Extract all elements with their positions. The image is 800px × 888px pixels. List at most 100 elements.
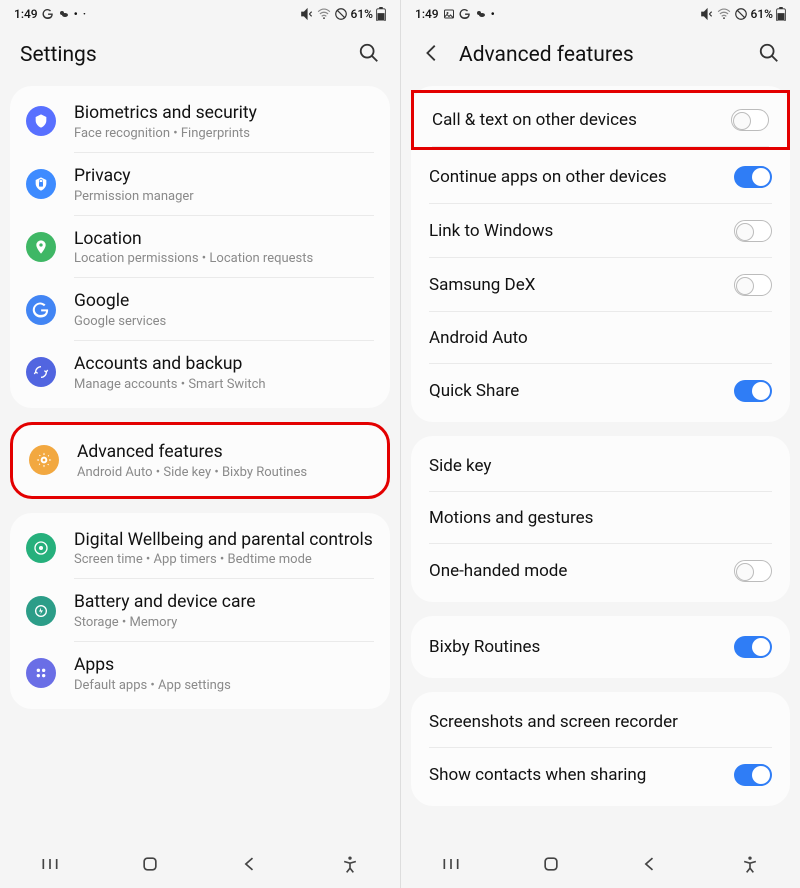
accessibility-icon xyxy=(340,854,360,874)
toggle-showcontacts[interactable] xyxy=(734,764,772,786)
recents-icon xyxy=(40,854,60,874)
feature-item-title: Show contacts when sharing xyxy=(429,765,734,785)
toggle-onehanded[interactable] xyxy=(734,560,772,582)
feature-item-title: Samsung DeX xyxy=(429,275,734,295)
feature-item-title: Bixby Routines xyxy=(429,637,734,657)
feature-group: Bixby Routines xyxy=(411,616,790,678)
settings-item-subtitle: Screen time • App timers • Bedtime mode xyxy=(74,552,374,567)
settings-title: Settings xyxy=(20,43,358,67)
feature-item-androidauto[interactable]: Android Auto xyxy=(411,312,790,364)
back-button[interactable] xyxy=(421,42,443,68)
settings-item-biometrics[interactable]: Biometrics and securityFace recognition … xyxy=(10,90,390,153)
settings-item-wellbeing[interactable]: Digital Wellbeing and parental controlsS… xyxy=(10,517,390,580)
advanced-content: Call & text on other devices Continue app… xyxy=(401,86,800,844)
status-time: 1:49 xyxy=(415,7,439,21)
settings-group: Advanced featuresAndroid Auto • Side key… xyxy=(10,422,390,499)
apps-icon xyxy=(26,658,56,688)
home-icon xyxy=(541,854,561,874)
battery-icon xyxy=(376,7,386,21)
toggle-bixby[interactable] xyxy=(734,636,772,658)
status-dot-icon: • xyxy=(491,7,495,21)
wellbeing-icon xyxy=(26,533,56,563)
back-button[interactable] xyxy=(640,854,660,878)
settings-item-subtitle: Permission manager xyxy=(74,189,374,204)
feature-item-bixby[interactable]: Bixby Routines xyxy=(411,620,790,674)
search-icon xyxy=(358,42,380,64)
status-google-icon xyxy=(42,8,54,20)
no-data-icon xyxy=(734,7,748,21)
advanced-header: Advanced features xyxy=(401,28,800,86)
settings-item-subtitle: Storage • Memory xyxy=(74,615,374,630)
status-bar: 1:49 • · 61% xyxy=(0,0,400,28)
settings-item-title: Digital Wellbeing and parental controls xyxy=(74,529,374,552)
feature-group: Side key Motions and gestures One-handed m… xyxy=(411,436,790,602)
settings-item-battery[interactable]: Battery and device careStorage • Memory xyxy=(10,579,390,642)
back-button[interactable] xyxy=(240,854,260,878)
advanced-features-screen: 1:49 • 61% Advanced features Call & text… xyxy=(400,0,800,888)
status-weather-icon xyxy=(475,8,487,20)
feature-item-linkwindows[interactable]: Link to Windows xyxy=(411,204,790,258)
toggle-continueapps[interactable] xyxy=(734,166,772,188)
settings-item-accounts[interactable]: Accounts and backupManage accounts • Sma… xyxy=(10,341,390,404)
settings-item-title: Accounts and backup xyxy=(74,353,374,376)
toggle-dex[interactable] xyxy=(734,274,772,296)
home-button[interactable] xyxy=(541,854,561,878)
recents-button[interactable] xyxy=(441,854,461,878)
settings-item-advanced[interactable]: Advanced featuresAndroid Auto • Side key… xyxy=(13,429,387,492)
toggle-quickshare[interactable] xyxy=(734,380,772,402)
home-button[interactable] xyxy=(140,854,160,878)
settings-item-title: Location xyxy=(74,228,374,251)
settings-item-title: Advanced features xyxy=(77,441,371,464)
feature-item-screenshots[interactable]: Screenshots and screen recorder xyxy=(411,696,790,748)
settings-group: Biometrics and securityFace recognition … xyxy=(10,86,390,408)
back-icon xyxy=(240,854,260,874)
feature-item-title: Call & text on other devices xyxy=(432,110,731,130)
status-right: 61% xyxy=(300,7,386,21)
search-button[interactable] xyxy=(758,42,780,68)
feature-item-title: Screenshots and screen recorder xyxy=(429,712,772,732)
status-image-icon xyxy=(443,8,455,20)
feature-item-title: Android Auto xyxy=(429,328,772,348)
settings-item-privacy[interactable]: PrivacyPermission manager xyxy=(10,153,390,216)
accessibility-icon xyxy=(740,854,760,874)
feature-group: Call & text on other devices Continue app… xyxy=(411,86,790,422)
settings-item-title: Google xyxy=(74,290,374,313)
battery-text: 61% xyxy=(751,7,773,21)
accounts-icon xyxy=(26,357,56,387)
no-data-icon xyxy=(334,7,348,21)
feature-item-title: Motions and gestures xyxy=(429,508,772,528)
battery-text: 61% xyxy=(351,7,373,21)
feature-item-showcontacts[interactable]: Show contacts when sharing xyxy=(411,748,790,802)
feature-item-motions[interactable]: Motions and gestures xyxy=(411,492,790,544)
mute-icon xyxy=(300,7,314,21)
battery-icon xyxy=(776,7,786,21)
feature-item-sidekey[interactable]: Side key xyxy=(411,440,790,492)
feature-item-onehanded[interactable]: One-handed mode xyxy=(411,544,790,598)
feature-item-title: Link to Windows xyxy=(429,221,734,241)
settings-content: Biometrics and securityFace recognition … xyxy=(0,86,400,844)
settings-item-location[interactable]: LocationLocation permissions • Location … xyxy=(10,216,390,279)
accessibility-button[interactable] xyxy=(340,854,360,878)
settings-item-title: Biometrics and security xyxy=(74,102,374,125)
wifi-icon xyxy=(317,7,331,21)
feature-item-calltext[interactable]: Call & text on other devices xyxy=(411,90,790,150)
status-dots-icon: • · xyxy=(74,7,88,21)
battery-icon xyxy=(26,596,56,626)
toggle-calltext[interactable] xyxy=(731,109,769,131)
status-right: 61% xyxy=(700,7,786,21)
biometrics-icon xyxy=(26,106,56,136)
recents-button[interactable] xyxy=(40,854,60,878)
feature-item-quickshare[interactable]: Quick Share xyxy=(411,364,790,418)
back-icon xyxy=(640,854,660,874)
search-button[interactable] xyxy=(358,42,380,68)
feature-item-continueapps[interactable]: Continue apps on other devices xyxy=(411,150,790,204)
recents-icon xyxy=(441,854,461,874)
settings-item-google[interactable]: GoogleGoogle services xyxy=(10,278,390,341)
settings-item-subtitle: Android Auto • Side key • Bixby Routines xyxy=(77,465,371,480)
feature-item-dex[interactable]: Samsung DeX xyxy=(411,258,790,312)
feature-item-title: One-handed mode xyxy=(429,561,734,581)
settings-item-apps[interactable]: AppsDefault apps • App settings xyxy=(10,642,390,705)
toggle-linkwindows[interactable] xyxy=(734,220,772,242)
accessibility-button[interactable] xyxy=(740,854,760,878)
status-google-icon xyxy=(459,8,471,20)
